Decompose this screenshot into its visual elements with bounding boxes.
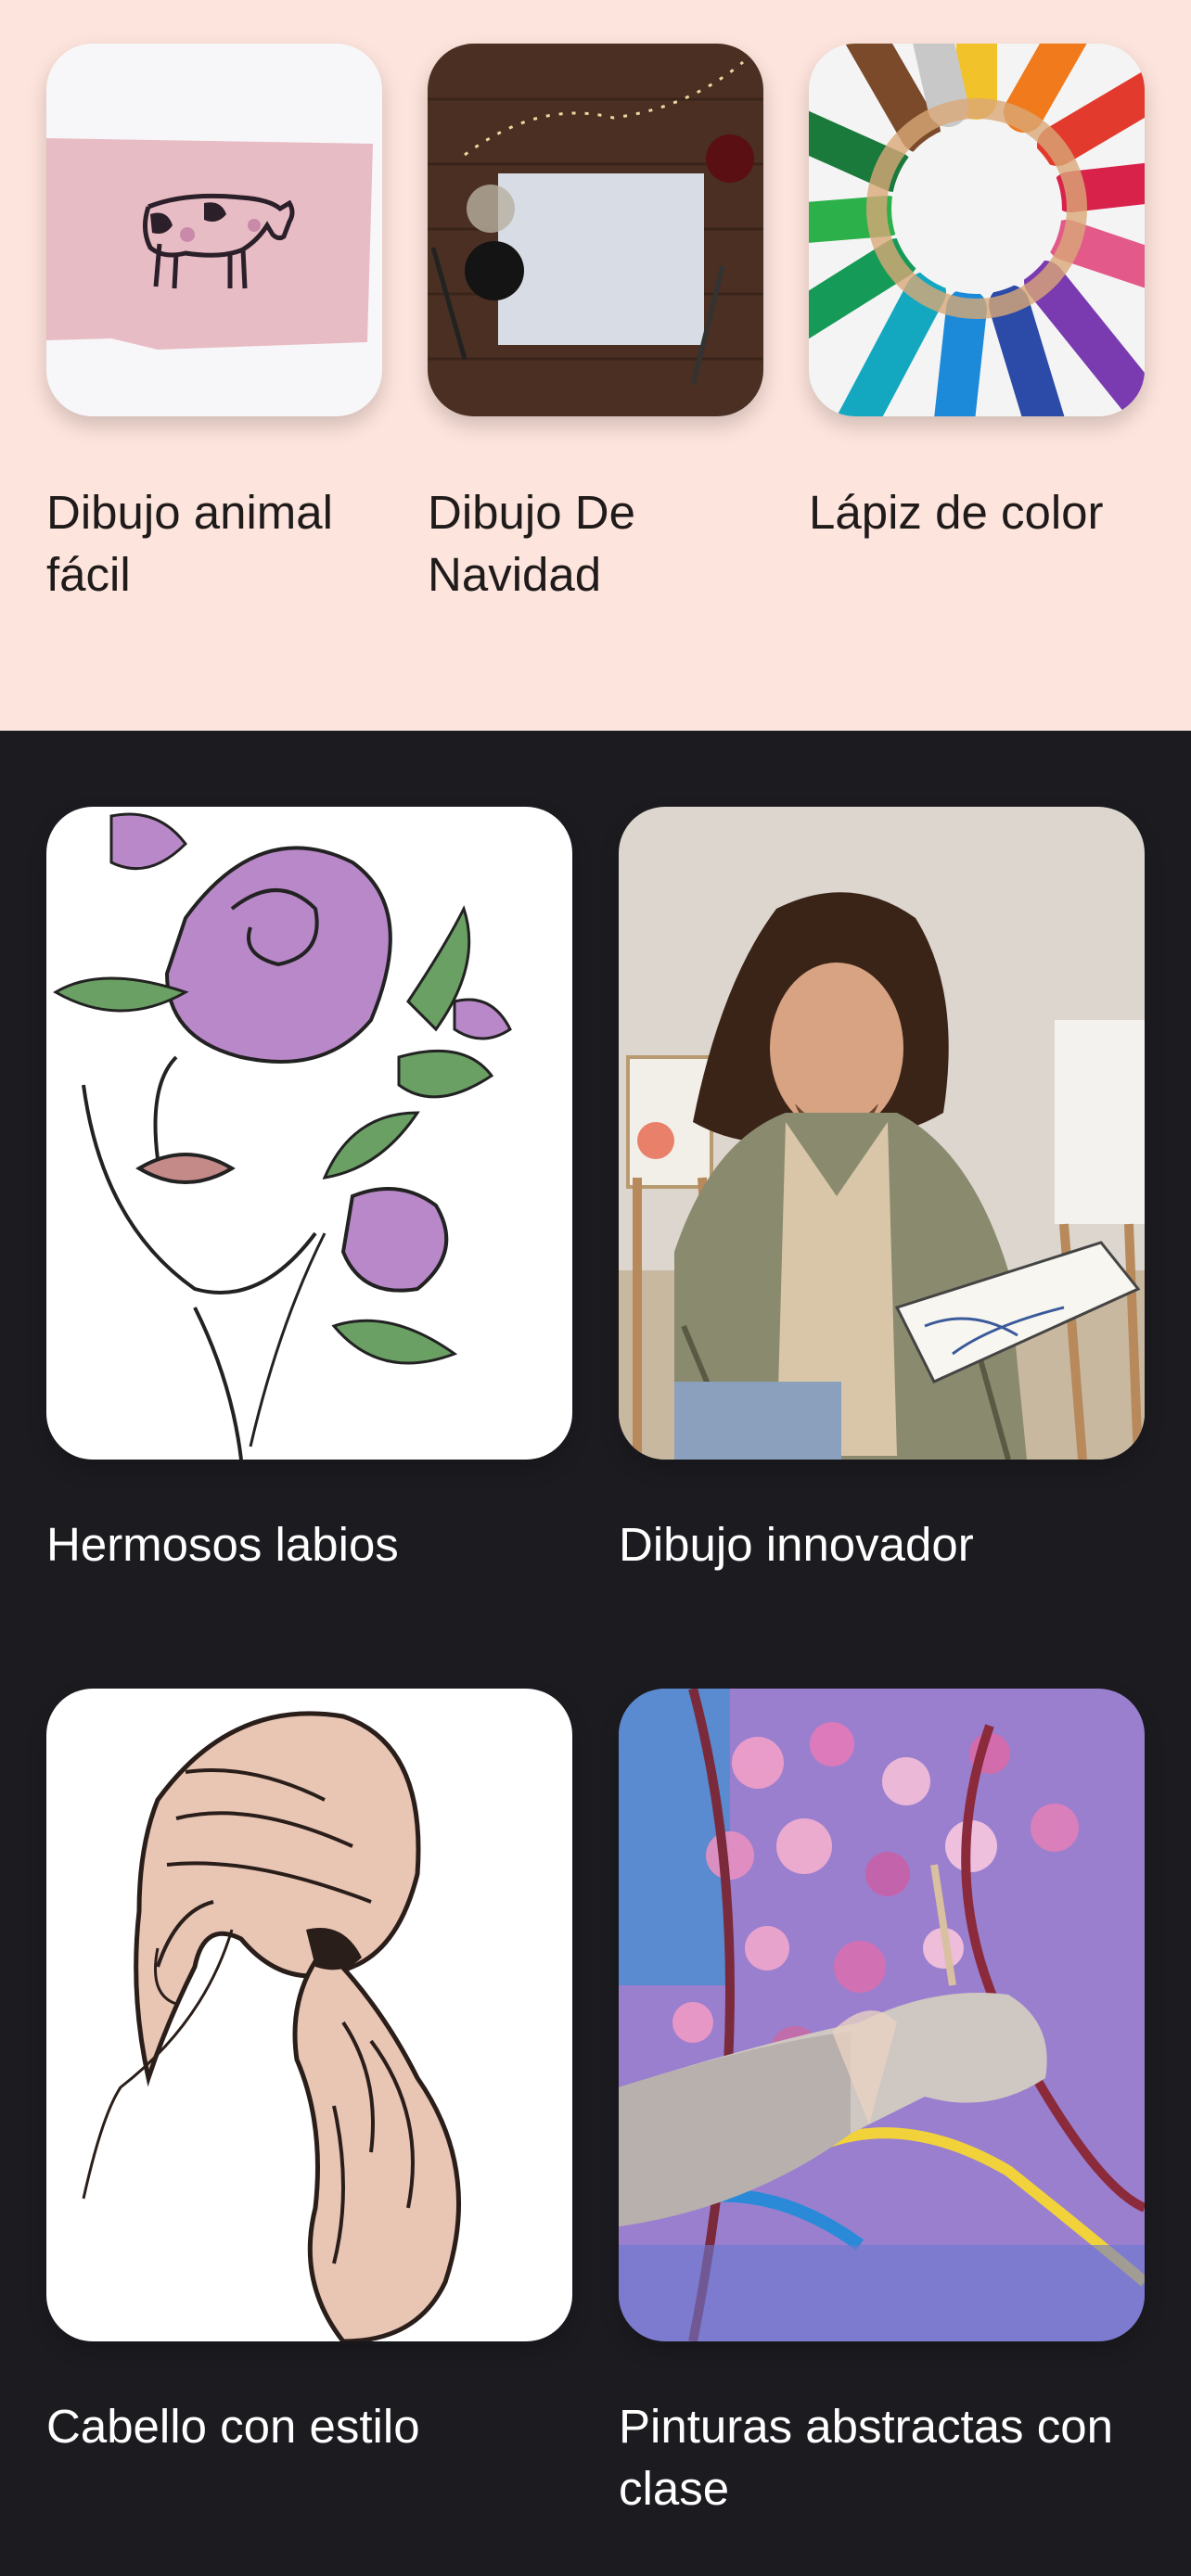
grid-label: Hermosos labios (46, 1518, 399, 1571)
ponytail-drawing-image[interactable] (46, 1689, 572, 2341)
christmas-drawing-image[interactable] (428, 44, 763, 416)
grid-card-dibujo-innovador[interactable]: Dibujo innovador (619, 807, 1145, 1604)
grid-label: Pinturas abstractas con clase (619, 2400, 1113, 2515)
grid-card-pinturas-abstractas[interactable]: Pinturas abstractas con clase (619, 1689, 1145, 2523)
colored-pencils-image[interactable] (809, 44, 1145, 416)
category-label: Lápiz de color (809, 486, 1104, 539)
category-card-dibujo-animal[interactable]: Dibujo animal fácil (46, 44, 382, 618)
category-label: Dibujo De Navidad (428, 486, 635, 601)
grid-card-cabello-estilo[interactable]: Cabello con estilo (46, 1689, 572, 2523)
category-card-dibujo-navidad[interactable]: Dibujo De Navidad (428, 44, 763, 618)
grid-label: Cabello con estilo (46, 2400, 420, 2453)
category-label: Dibujo animal fácil (46, 486, 333, 601)
abstract-painting-image[interactable] (619, 1689, 1145, 2341)
grid-label: Dibujo innovador (619, 1518, 974, 1571)
lips-flowers-image[interactable] (46, 807, 572, 1460)
top-category-row: Dibujo animal fácil Dibujo De Navidad Lá… (0, 0, 1191, 731)
cow-drawing-image[interactable] (46, 44, 382, 416)
drawing-grid: Hermosos labios Dibujo innovador Cabello… (0, 731, 1191, 2576)
artist-sketchbook-image[interactable] (619, 807, 1145, 1460)
grid-card-hermosos-labios[interactable]: Hermosos labios (46, 807, 572, 1604)
category-card-lapiz-color[interactable]: Lápiz de color (809, 44, 1145, 618)
